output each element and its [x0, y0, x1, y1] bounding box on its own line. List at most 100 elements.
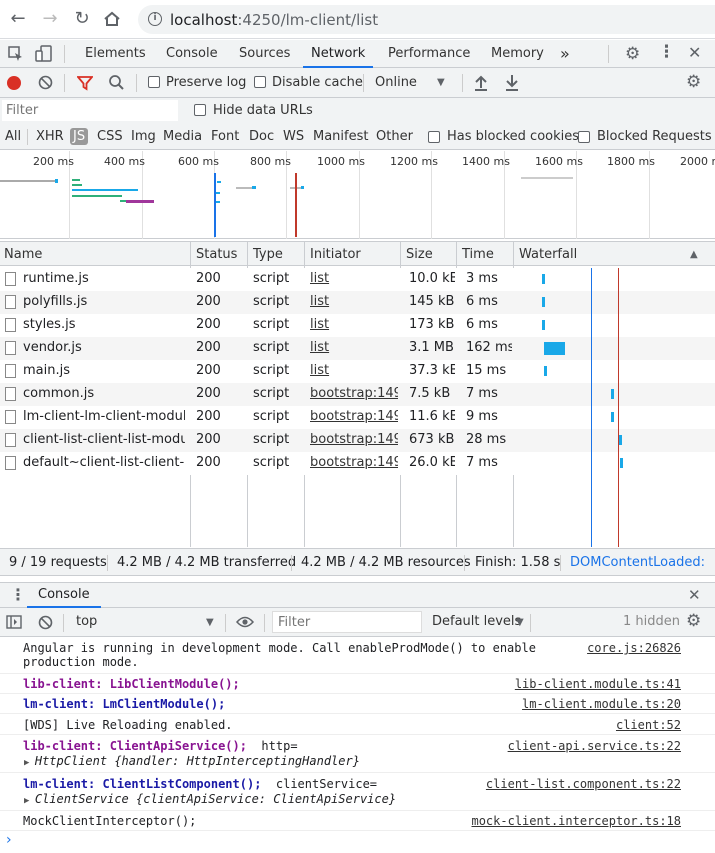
object-expander[interactable]: ▶ HttpClient {handler: HttpInterceptingH…: [24, 754, 360, 768]
forward-arrow-icon[interactable]: →: [38, 7, 62, 31]
drawer-tab-console[interactable]: Console: [27, 583, 101, 608]
reload-icon[interactable]: ↻: [70, 7, 94, 31]
network-overview-timeline[interactable]: 200 ms 400 ms 600 ms 800 ms 1000 ms 1200…: [0, 151, 715, 239]
type-other[interactable]: Other: [376, 129, 413, 144]
preserve-log-checkbox[interactable]: [148, 76, 160, 88]
blocked-requests-checkbox[interactable]: [578, 131, 590, 143]
request-type: script: [253, 271, 290, 286]
tab-performance[interactable]: Performance: [388, 40, 470, 68]
kebab-menu-icon[interactable]: ⋮: [658, 42, 675, 62]
info-icon[interactable]: i: [148, 12, 162, 26]
type-doc[interactable]: Doc: [249, 129, 274, 144]
table-row[interactable]: runtime.js 200 script list 10.0 kB 3 ms: [0, 268, 715, 291]
request-initiator-link[interactable]: bootstrap:149: [310, 455, 398, 470]
clear-console-icon[interactable]: [38, 615, 53, 633]
device-toolbar-icon[interactable]: [35, 45, 53, 66]
col-size[interactable]: Size: [406, 247, 433, 262]
hide-data-urls-checkbox[interactable]: [194, 104, 206, 116]
tab-network[interactable]: Network: [303, 40, 374, 68]
waterfall-bar: [620, 458, 624, 468]
table-row[interactable]: common.js 200 script bootstrap:149 7.5 kB 7 m…: [0, 383, 715, 406]
message-source-link[interactable]: mock-client.interceptor.ts:18: [471, 814, 681, 828]
table-row[interactable]: lm-client-lm-client-modul... 200 script boo…: [0, 406, 715, 429]
tab-sources[interactable]: Sources: [239, 40, 290, 68]
request-initiator-link[interactable]: list: [310, 294, 398, 309]
summary-requests: 9 / 19 requests: [9, 555, 107, 570]
console-input[interactable]: [0, 831, 715, 853]
col-type[interactable]: Type: [253, 247, 283, 262]
console-settings-gear-icon[interactable]: ⚙: [686, 611, 701, 631]
type-ws[interactable]: WS: [283, 129, 304, 144]
tab-console[interactable]: Console: [166, 40, 218, 68]
address-bar[interactable]: i localhost:4250/lm-client/list: [138, 5, 715, 34]
request-type: script: [253, 432, 290, 447]
message-source-link[interactable]: client-api.service.ts:22: [508, 739, 681, 753]
object-expander[interactable]: ▶ ClientService {clientApiService: Clien…: [24, 792, 396, 806]
table-row[interactable]: vendor.js 200 script list 3.1 MB 162 ms: [0, 337, 715, 360]
network-settings-gear-icon[interactable]: ⚙: [686, 72, 701, 92]
message-source-link[interactable]: lib-client.module.ts:41: [515, 677, 681, 691]
back-arrow-icon[interactable]: ←: [6, 7, 30, 31]
has-blocked-cookies-checkbox[interactable]: [428, 131, 440, 143]
col-time[interactable]: Time: [462, 247, 494, 262]
type-img[interactable]: Img: [131, 129, 156, 144]
message-source-link[interactable]: core.js:26826: [587, 641, 681, 655]
table-row[interactable]: polyfills.js 200 script list 145 kB 6 ms: [0, 291, 715, 314]
console-filter-input[interactable]: [272, 611, 422, 633]
request-initiator-link[interactable]: list: [310, 363, 398, 378]
close-devtools-icon[interactable]: ✕: [688, 43, 701, 62]
throttling-select[interactable]: Online: [375, 75, 417, 90]
col-status[interactable]: Status: [196, 247, 237, 262]
request-initiator-link[interactable]: bootstrap:149: [310, 386, 398, 401]
col-initiator[interactable]: Initiator: [310, 247, 361, 262]
tab-elements[interactable]: Elements: [85, 40, 146, 68]
message-source-link[interactable]: lm-client.module.ts:20: [522, 697, 681, 711]
request-initiator-link[interactable]: list: [310, 317, 398, 332]
table-row[interactable]: main.js 200 script list 37.3 kB 15 ms: [0, 360, 715, 383]
import-har-icon[interactable]: [474, 74, 488, 94]
file-icon: [5, 318, 16, 332]
eye-icon[interactable]: [235, 616, 255, 631]
file-icon: [5, 295, 16, 309]
request-time: 7 ms: [466, 455, 498, 470]
request-initiator-link[interactable]: list: [310, 271, 398, 286]
sort-up-icon[interactable]: ▲: [690, 249, 698, 260]
type-css[interactable]: CSS: [97, 129, 123, 144]
col-name[interactable]: Name: [4, 247, 42, 262]
clear-icon[interactable]: [38, 75, 53, 93]
close-drawer-icon[interactable]: ✕: [688, 586, 701, 604]
record-icon[interactable]: [7, 76, 21, 90]
type-all[interactable]: All: [5, 129, 21, 144]
context-select[interactable]: top: [76, 614, 97, 629]
dcl-line: [214, 173, 216, 237]
inspect-element-icon[interactable]: [8, 46, 24, 65]
col-waterfall[interactable]: Waterfall: [519, 247, 577, 262]
sidebar-toggle-icon[interactable]: [6, 615, 22, 632]
request-type: script: [253, 386, 290, 401]
type-xhr[interactable]: XHR: [36, 129, 64, 144]
search-icon[interactable]: [108, 74, 125, 94]
type-font[interactable]: Font: [211, 129, 239, 144]
type-manifest[interactable]: Manifest: [313, 129, 368, 144]
more-tabs-button[interactable]: »: [560, 40, 570, 68]
settings-gear-icon[interactable]: ⚙: [625, 44, 640, 64]
request-initiator-link[interactable]: bootstrap:149: [310, 409, 398, 424]
table-row[interactable]: client-list-client-list-modu... 200 script…: [0, 429, 715, 452]
message-source-link[interactable]: client:52: [616, 718, 681, 732]
type-media[interactable]: Media: [163, 129, 202, 144]
request-initiator-link[interactable]: bootstrap:149: [310, 432, 398, 447]
home-icon[interactable]: [100, 7, 124, 31]
table-row[interactable]: default~client-list-client-l... 200 script…: [0, 452, 715, 475]
tab-memory[interactable]: Memory: [491, 40, 544, 68]
console-message: Angular is running in development mode. …: [0, 637, 715, 674]
table-row[interactable]: styles.js 200 script list 173 kB 6 ms: [0, 314, 715, 337]
message-source-link[interactable]: client-list.component.ts:22: [486, 777, 681, 791]
export-har-icon[interactable]: [505, 74, 519, 94]
disable-cache-checkbox[interactable]: [254, 76, 266, 88]
log-levels-select[interactable]: Default levels: [432, 614, 521, 629]
type-js[interactable]: JS: [70, 128, 89, 145]
drawer-menu-icon[interactable]: ⋮: [10, 585, 26, 604]
filter-input[interactable]: [2, 100, 178, 121]
request-initiator-link[interactable]: list: [310, 340, 398, 355]
filter-funnel-icon[interactable]: [76, 75, 94, 94]
